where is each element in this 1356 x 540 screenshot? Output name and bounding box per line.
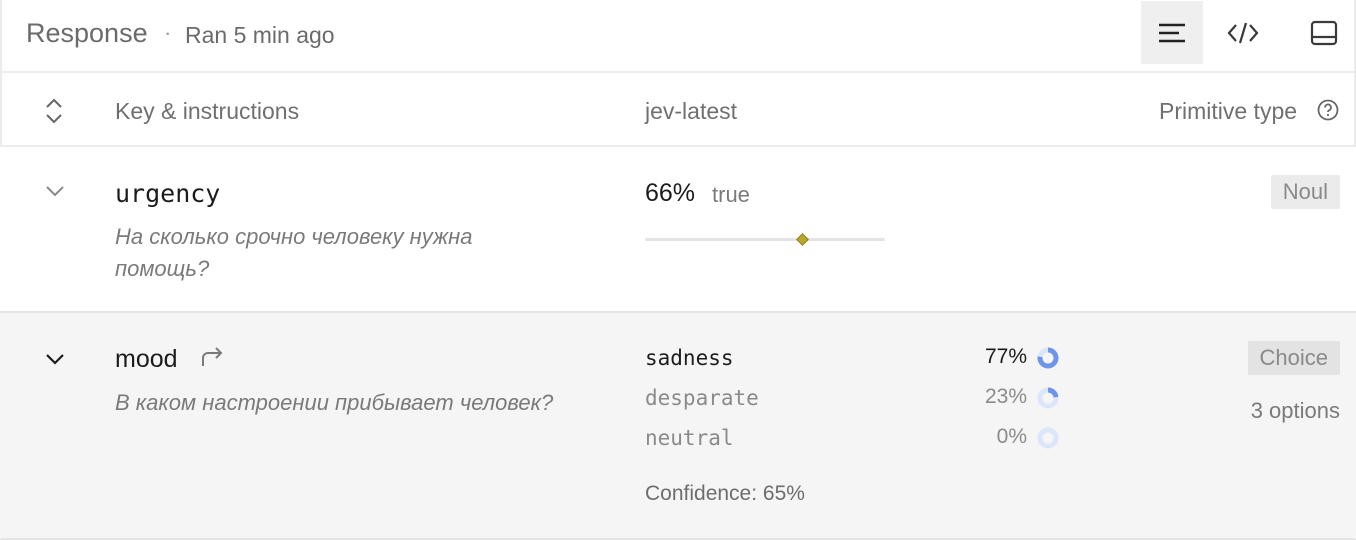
arrow-forward-icon	[202, 347, 223, 366]
probability-ring-icon	[1037, 347, 1059, 369]
value-label: true	[712, 182, 750, 207]
panel-header: Response · Ran 5 min ago	[0, 0, 1356, 73]
column-model: jev-latest	[645, 98, 738, 124]
option-percentage: 77%	[984, 345, 1027, 368]
type-badge: Noul	[1270, 175, 1340, 209]
column-header: Key & instructions jev-latest Primitive …	[0, 73, 1356, 147]
row-instruction: На сколько срочно человеку нужна помощь?	[115, 224, 473, 281]
probability-slider-track	[645, 238, 885, 241]
list-lines-icon	[1159, 23, 1185, 42]
run-timestamp: Ran 5 min ago	[185, 22, 335, 48]
value-percentage: 66%	[645, 179, 696, 207]
option-name: neutral	[645, 426, 734, 450]
probability-ring-icon	[1037, 427, 1059, 449]
code-view-button[interactable]	[1212, 1, 1274, 64]
chevron-up-down-icon	[46, 98, 62, 124]
table-row: urgency На сколько срочно человеку нужна…	[0, 147, 1356, 313]
option-percentage: 23%	[984, 385, 1027, 408]
row-key: urgency	[115, 179, 221, 208]
follow-link-button[interactable]	[200, 345, 226, 374]
panel-view-button[interactable]	[1293, 1, 1355, 64]
column-key-instructions: Key & instructions	[115, 98, 300, 124]
chevron-down-icon	[46, 186, 64, 197]
expand-collapse-all-button[interactable]	[42, 97, 66, 130]
chevron-down-icon	[46, 354, 64, 365]
list-view-button[interactable]	[1141, 1, 1203, 64]
question-circle-icon	[1317, 99, 1339, 121]
probability-slider-thumb	[796, 233, 810, 246]
panel-title: Response	[26, 18, 148, 48]
header-separator: ·	[164, 20, 172, 45]
option-name: sadness	[645, 346, 734, 370]
option-name: desparate	[645, 386, 759, 410]
ring-track	[1037, 427, 1059, 449]
row-expand-toggle[interactable]	[44, 183, 66, 204]
code-brackets-icon	[1227, 22, 1259, 43]
type-meta: 3 options	[1250, 398, 1340, 423]
row-key: mood	[115, 345, 178, 373]
table-row: mood В каком настроении прибывает челове…	[0, 313, 1356, 538]
panel-layout-icon	[1310, 20, 1338, 45]
type-badge: Choice	[1247, 341, 1340, 375]
confidence-text: Confidence: 65%	[645, 482, 805, 505]
row-expand-toggle[interactable]	[44, 351, 66, 372]
help-button[interactable]	[1316, 98, 1340, 127]
option-percentage: 0%	[996, 425, 1027, 448]
probability-ring-icon	[1037, 387, 1059, 409]
column-primitive-type: Primitive type	[1159, 98, 1298, 124]
row-instruction: В каком настроении прибывает человек?	[115, 390, 554, 415]
